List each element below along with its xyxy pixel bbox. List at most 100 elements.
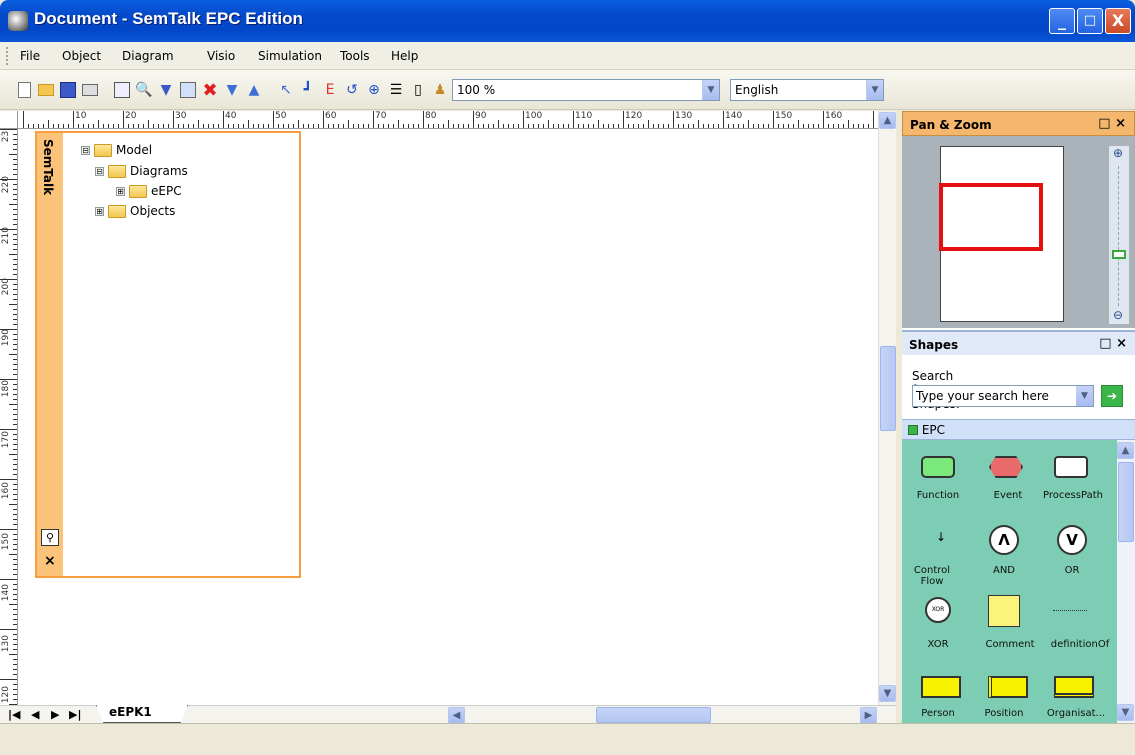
prev-page-icon[interactable]: ◀ bbox=[31, 708, 39, 721]
menu-help[interactable]: Help bbox=[391, 49, 418, 63]
layout-vertical-icon[interactable]: ▯ bbox=[408, 80, 428, 100]
scroll-right-icon[interactable]: ▶ bbox=[860, 707, 877, 724]
scroll-down-icon[interactable]: ▼ bbox=[1117, 704, 1134, 721]
menu-file[interactable]: File bbox=[20, 49, 40, 63]
find-icon[interactable]: 🔍 bbox=[134, 80, 154, 100]
shape-person[interactable] bbox=[921, 676, 961, 698]
menu-diagram[interactable]: Diagram bbox=[122, 49, 174, 63]
ruler-tick bbox=[728, 124, 729, 128]
save-icon[interactable] bbox=[58, 80, 78, 100]
ruler-tick bbox=[583, 124, 584, 128]
first-page-icon[interactable]: |◀ bbox=[8, 708, 20, 721]
shape-event[interactable] bbox=[989, 456, 1023, 478]
menu-tools[interactable]: Tools bbox=[340, 49, 370, 63]
shape-or[interactable]: V bbox=[1057, 525, 1087, 555]
view-rectangle[interactable] bbox=[939, 183, 1043, 251]
ruler-tick bbox=[13, 239, 17, 240]
align-icon[interactable]: E bbox=[320, 80, 340, 100]
ruler-tick bbox=[13, 424, 17, 425]
delete-icon[interactable]: ✖ bbox=[200, 80, 220, 101]
chevron-down-icon[interactable]: ▼ bbox=[866, 80, 883, 100]
shape-comment[interactable] bbox=[988, 595, 1020, 627]
scroll-up-icon[interactable]: ▲ bbox=[1117, 442, 1134, 459]
user-icon[interactable]: ♟ bbox=[430, 80, 450, 100]
language-combo[interactable]: English ▼ bbox=[730, 79, 884, 101]
stencil-header-epc[interactable]: EPC bbox=[902, 419, 1135, 440]
menu-object[interactable]: Object bbox=[62, 49, 101, 63]
scroll-up-icon[interactable]: ▲ bbox=[879, 112, 896, 129]
open-folder-icon[interactable] bbox=[36, 80, 56, 100]
ruler-tick bbox=[428, 124, 429, 128]
ruler-tick bbox=[733, 124, 734, 128]
minimize-button[interactable]: _ bbox=[1049, 8, 1075, 34]
ruler-tick bbox=[383, 124, 384, 128]
panel-controls[interactable]: □ × bbox=[1099, 336, 1127, 351]
collapse-icon[interactable]: ⊟ bbox=[95, 166, 104, 176]
refresh-icon[interactable] bbox=[112, 80, 132, 100]
tree-item-diagrams[interactable]: ⊟ Diagrams bbox=[95, 164, 188, 178]
ruler-tick bbox=[9, 354, 17, 355]
shape-and[interactable]: Λ bbox=[989, 525, 1019, 555]
menu-visio[interactable]: Visio bbox=[207, 49, 235, 63]
move-down-icon[interactable]: ▼ bbox=[222, 80, 242, 100]
next-page-icon[interactable]: ▶ bbox=[51, 708, 59, 721]
chevron-down-icon[interactable]: ▼ bbox=[702, 80, 719, 100]
shape-organisation[interactable] bbox=[1054, 676, 1094, 698]
page-tab-eepk1[interactable]: eEPK1 bbox=[96, 705, 188, 723]
connector-icon[interactable]: ┛ bbox=[298, 80, 318, 100]
close-button[interactable]: X bbox=[1105, 8, 1131, 34]
close-icon[interactable]: × bbox=[44, 553, 56, 569]
tree-item-objects[interactable]: ⊞ Objects bbox=[95, 204, 175, 218]
filter-icon[interactable]: ▼ bbox=[156, 80, 176, 100]
zoom-in-icon[interactable]: ⊕ bbox=[1113, 146, 1123, 160]
new-document-icon[interactable] bbox=[14, 80, 34, 100]
print-icon[interactable] bbox=[80, 80, 100, 100]
slider-thumb[interactable] bbox=[1112, 250, 1126, 259]
shape-position[interactable] bbox=[988, 676, 1028, 698]
expand-icon[interactable]: ⊞ bbox=[116, 186, 125, 196]
ruler-tick bbox=[618, 124, 619, 128]
shape-processpath[interactable] bbox=[1054, 456, 1088, 478]
move-up-icon[interactable]: ▲ bbox=[244, 80, 264, 100]
properties-icon[interactable] bbox=[178, 80, 198, 100]
shape-function[interactable] bbox=[921, 456, 955, 478]
expand-icon[interactable]: ⊞ bbox=[95, 206, 104, 216]
ruler-label: 10 bbox=[75, 111, 87, 121]
pin-icon[interactable]: ⚲ bbox=[41, 529, 59, 546]
shape-definitionof[interactable] bbox=[1053, 610, 1087, 611]
chevron-down-icon[interactable]: ▼ bbox=[1076, 386, 1093, 406]
panel-controls[interactable]: □ × bbox=[1098, 116, 1126, 131]
zoom-combo[interactable]: 100 % ▼ bbox=[452, 79, 720, 101]
ruler-tick bbox=[13, 584, 17, 585]
pan-zoom-viewport[interactable]: ⊕ ⊖ bbox=[902, 136, 1135, 328]
shape-control-flow[interactable]: ↓ bbox=[936, 530, 946, 544]
tree-item-eepc[interactable]: ⊞ eEPC bbox=[116, 184, 182, 198]
pointer-icon[interactable]: ↖ bbox=[276, 80, 296, 100]
zoom-pan-icon[interactable]: ⊕ bbox=[364, 80, 384, 100]
ruler-tick bbox=[273, 111, 274, 128]
ruler-tick bbox=[858, 124, 859, 128]
undo-icon[interactable]: ↺ bbox=[342, 80, 362, 100]
scroll-thumb[interactable] bbox=[596, 707, 711, 723]
stencil-scrollbar[interactable]: ▲ ▼ bbox=[1117, 440, 1135, 723]
last-page-icon[interactable]: ▶| bbox=[69, 708, 81, 721]
shape-search-input[interactable]: Type your search here ▼ bbox=[912, 385, 1094, 407]
scroll-left-icon[interactable]: ◀ bbox=[448, 707, 465, 724]
zoom-out-icon[interactable]: ⊖ bbox=[1113, 308, 1123, 322]
horizontal-scrollbar[interactable]: ◀ ▶ bbox=[448, 707, 878, 724]
zoom-slider[interactable]: ⊕ ⊖ bbox=[1109, 146, 1129, 324]
scroll-thumb[interactable] bbox=[1118, 462, 1134, 542]
layout-horizontal-icon[interactable]: ☰ bbox=[386, 80, 406, 100]
ruler-tick bbox=[13, 344, 17, 345]
menu-simulation[interactable]: Simulation bbox=[258, 49, 322, 63]
search-go-icon[interactable]: ➔ bbox=[1101, 385, 1123, 407]
language-value: English bbox=[735, 83, 779, 97]
vertical-scrollbar[interactable]: ▲ ▼ bbox=[878, 111, 896, 705]
collapse-icon[interactable]: ⊟ bbox=[81, 145, 90, 155]
shape-label: Function bbox=[916, 490, 960, 501]
tree-item-model[interactable]: ⊟ Model bbox=[81, 143, 152, 157]
scroll-thumb[interactable] bbox=[880, 346, 896, 431]
scroll-down-icon[interactable]: ▼ bbox=[879, 685, 896, 702]
maximize-button[interactable]: □ bbox=[1077, 8, 1103, 34]
shape-xor[interactable]: XOR bbox=[925, 597, 951, 623]
